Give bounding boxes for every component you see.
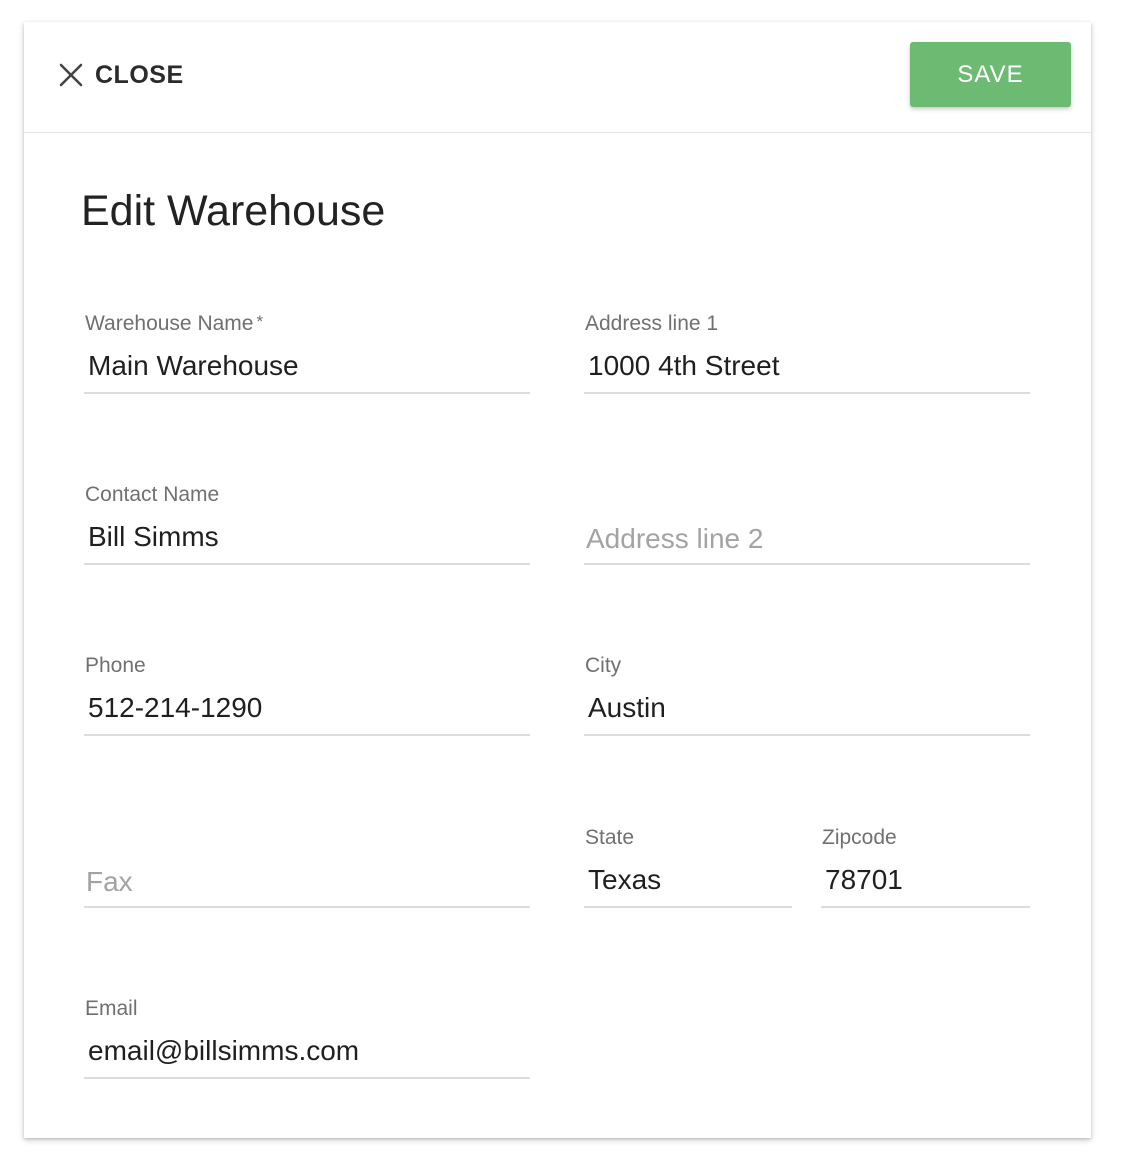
fax-placeholder: Fax — [86, 866, 133, 897]
address-line-2-field[interactable]: Address line 2 — [584, 483, 1030, 565]
save-button[interactable]: SAVE — [910, 42, 1071, 107]
edit-warehouse-dialog: CLOSE SAVE Edit Warehouse Warehouse Name… — [24, 22, 1091, 1138]
close-icon — [57, 61, 85, 89]
required-mark: * — [256, 312, 264, 331]
warehouse-name-label: Warehouse Name * — [85, 312, 264, 335]
close-button[interactable]: CLOSE — [57, 58, 184, 92]
save-label: SAVE — [957, 60, 1024, 88]
email-value: email@billsimms.com — [88, 1035, 360, 1066]
contact-name-value: Bill Simms — [88, 521, 219, 552]
zipcode-value: 78701 — [825, 864, 903, 895]
city-label: City — [585, 654, 622, 677]
email-field[interactable]: Email email@billsimms.com — [84, 997, 530, 1079]
city-value: Austin — [588, 692, 666, 723]
warehouse-name-value: Main Warehouse — [88, 350, 299, 381]
state-label: State — [585, 826, 635, 849]
zipcode-field[interactable]: Zipcode 78701 — [821, 826, 1030, 908]
contact-name-label: Contact Name — [85, 483, 220, 506]
phone-label: Phone — [85, 654, 146, 677]
warehouse-name-field[interactable]: Warehouse Name * Main Warehouse — [84, 312, 530, 394]
address-line-2-placeholder: Address line 2 — [586, 523, 764, 554]
phone-field[interactable]: Phone 512-214-1290 — [84, 654, 530, 736]
phone-value: 512-214-1290 — [88, 692, 263, 723]
state-value: Texas — [588, 864, 662, 895]
email-label: Email — [85, 997, 138, 1020]
fax-field[interactable]: Fax — [84, 826, 530, 908]
contact-name-field[interactable]: Contact Name Bill Simms — [84, 483, 530, 565]
zipcode-label: Zipcode — [822, 826, 897, 849]
address-line-1-label: Address line 1 — [585, 312, 719, 335]
state-field[interactable]: State Texas — [584, 826, 792, 908]
page-title: Edit Warehouse — [81, 187, 386, 235]
address-line-1-value: 1000 4th Street — [588, 350, 780, 381]
address-line-1-field[interactable]: Address line 1 1000 4th Street — [584, 312, 1030, 394]
close-label: CLOSE — [95, 60, 184, 89]
dialog-toolbar: CLOSE SAVE — [24, 22, 1091, 133]
city-field[interactable]: City Austin — [584, 654, 1030, 736]
